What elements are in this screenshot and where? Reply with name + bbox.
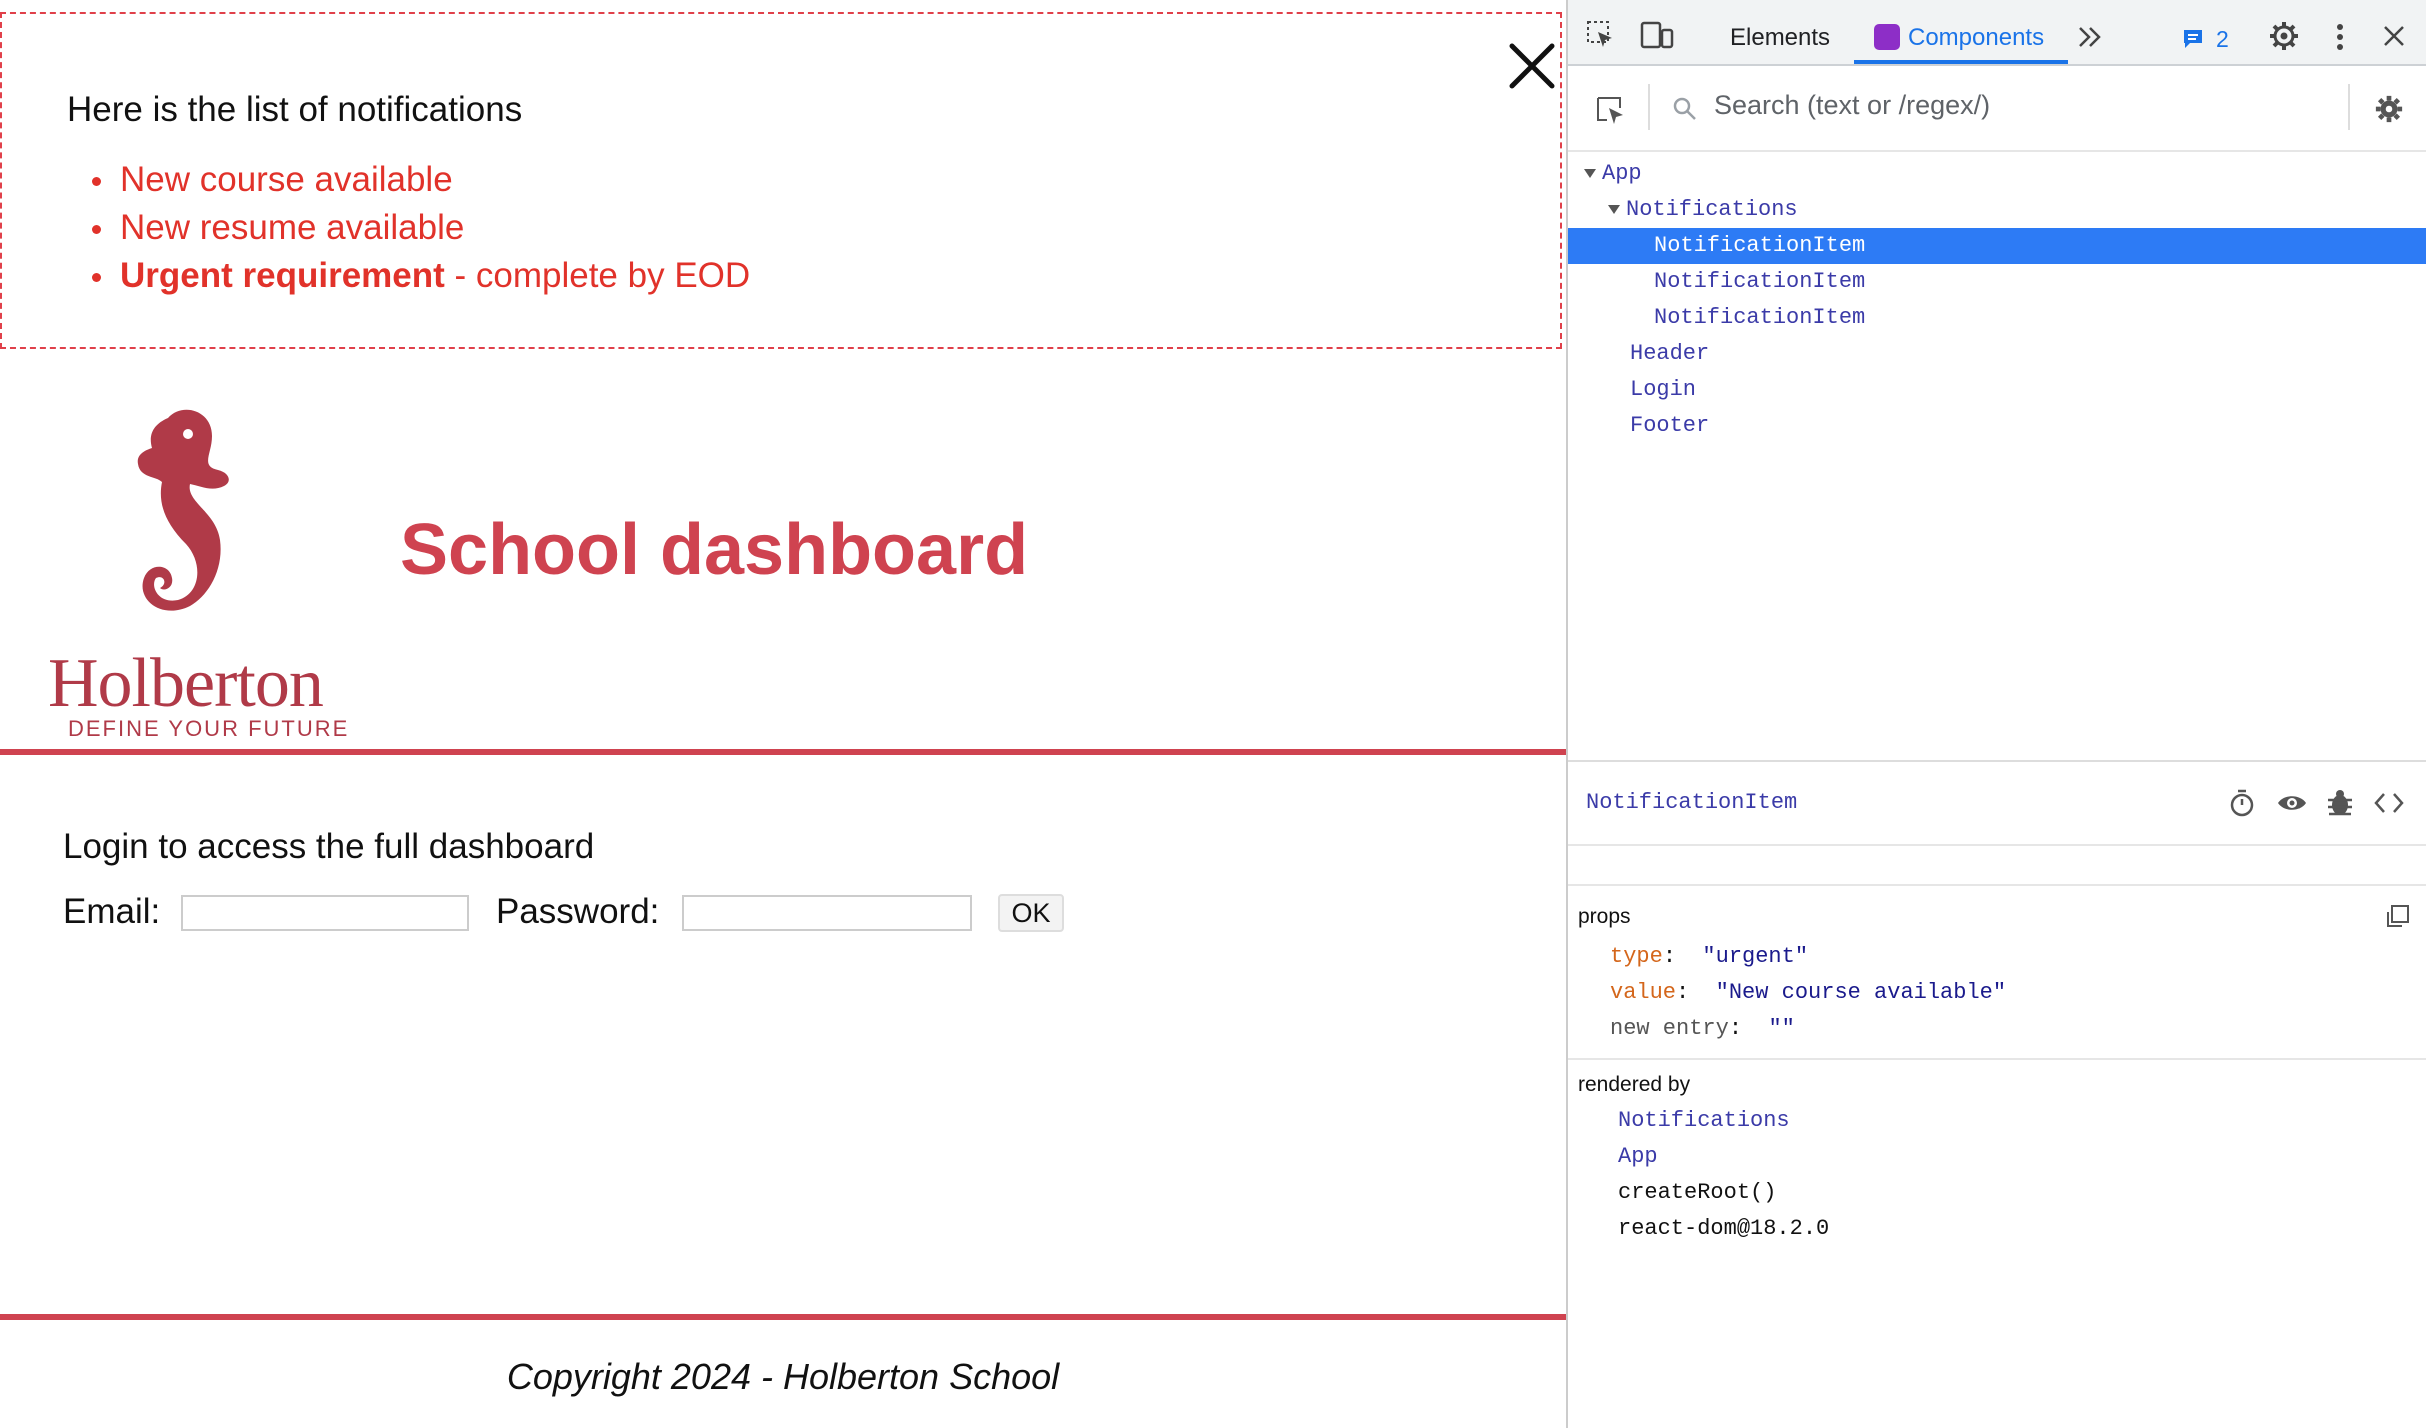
prop-value[interactable]: "urgent": [1702, 944, 1808, 969]
component-search-bar: Search (text or /regex/): [1568, 68, 2426, 152]
section-divider: [1568, 884, 2426, 886]
notification-urgent-label: Urgent requirement: [120, 256, 445, 295]
search-icon: [1673, 97, 1696, 120]
rendered-by-title: rendered by: [1578, 1073, 1691, 1096]
prop-row-value[interactable]: value: "New course available": [1610, 980, 2006, 1005]
logo-tagline: DEFINE YOUR FUTURE: [68, 716, 350, 741]
tree-node-login[interactable]: Login: [1568, 372, 2426, 408]
rendered-by-item: react-dom@18.2.0: [1618, 1216, 1830, 1241]
messages-icon[interactable]: [2182, 28, 2206, 50]
notification-urgent-detail: - complete by EOD: [444, 256, 751, 295]
login-section: Login to access the full dashboard Email…: [0, 755, 1566, 1320]
seahorse-icon: [137, 409, 229, 611]
email-input[interactable]: [181, 895, 469, 931]
prop-value[interactable]: "New course available": [1716, 980, 2006, 1005]
rendered-by-item[interactable]: App: [1618, 1144, 1658, 1169]
tree-node-footer[interactable]: Footer: [1568, 408, 2426, 444]
notification-item-urgent[interactable]: Urgent requirement - complete by EOD: [91, 252, 751, 300]
notifications-title: Here is the list of notifications: [67, 90, 523, 129]
prop-key: new entry: [1610, 1016, 1729, 1041]
tree-node-app[interactable]: App: [1568, 156, 2426, 192]
tree-node-label: Login: [1630, 377, 1697, 402]
rendered-by-item: createRoot(): [1618, 1180, 1777, 1205]
close-icon[interactable]: [1504, 38, 1560, 94]
tab-components[interactable]: Components: [1908, 24, 2044, 52]
page-title: School dashboard: [400, 510, 1029, 590]
tree-node-label: Footer: [1630, 413, 1710, 438]
notifications-list: New course available New resume availabl…: [91, 156, 751, 300]
devtools-toolbar: Elements Components 2: [1568, 0, 2426, 66]
notification-text: New course available: [120, 160, 453, 199]
toolbar-divider: [1648, 84, 1650, 130]
app-viewport: Here is the list of notifications New co…: [0, 0, 1566, 1428]
notification-item[interactable]: New course available: [91, 156, 750, 204]
tree-node-notificationitem[interactable]: NotificationItem: [1568, 264, 2426, 300]
password-input[interactable]: [682, 895, 972, 931]
gear-icon[interactable]: [2268, 20, 2300, 52]
props-section-title: props: [1578, 905, 1631, 928]
notification-item[interactable]: New resume available: [91, 204, 750, 252]
view-source-icon[interactable]: [2374, 790, 2404, 816]
copyright-text: Copyright 2024 - Holberton School: [506, 1356, 1060, 1397]
tree-node-notificationitem[interactable]: NotificationItem: [1568, 300, 2426, 336]
tab-elements[interactable]: Elements: [1730, 24, 1830, 52]
selected-component-header: NotificationItem: [1568, 762, 2426, 846]
tree-node-label: NotificationItem: [1654, 269, 1866, 294]
prop-key: type: [1610, 944, 1663, 969]
tree-node-label: NotificationItem: [1654, 233, 1866, 258]
email-label: Email:: [63, 892, 161, 931]
tree-node-label: Notifications: [1626, 197, 1798, 222]
tree-node-label: Header: [1630, 341, 1710, 366]
kebab-menu-icon[interactable]: [2334, 22, 2346, 52]
rendered-by-item[interactable]: Notifications: [1618, 1108, 1790, 1133]
login-heading: Login to access the full dashboard: [63, 827, 595, 866]
ok-button[interactable]: OK: [998, 894, 1064, 932]
component-search-input[interactable]: Search (text or /regex/): [1714, 90, 1990, 121]
react-icon: [1874, 24, 1900, 50]
selected-component-name: NotificationItem: [1586, 790, 1798, 815]
logo-wordmark: Holberton: [48, 645, 324, 722]
notification-text: New resume available: [120, 208, 465, 247]
expand-caret-icon[interactable]: [1608, 204, 1620, 214]
device-toolbar-icon[interactable]: [1640, 20, 1674, 50]
settings-gear-icon[interactable]: [2374, 94, 2404, 124]
expand-caret-icon[interactable]: [1584, 168, 1596, 178]
toolbar-divider: [2348, 84, 2350, 130]
app-header: Holberton DEFINE YOUR FUTURE School dash…: [0, 349, 1566, 755]
more-tabs-icon[interactable]: [2076, 24, 2104, 50]
eye-icon[interactable]: [2276, 792, 2308, 814]
copy-icon[interactable]: [2384, 904, 2410, 930]
tree-node-label: NotificationItem: [1654, 305, 1866, 330]
messages-count: 2: [2216, 26, 2229, 52]
prop-row-new-entry[interactable]: new entry: "": [1610, 1016, 1795, 1041]
prop-row-type[interactable]: type: "urgent": [1610, 944, 1808, 969]
bug-icon[interactable]: [2326, 788, 2354, 818]
close-devtools-icon[interactable]: [2382, 24, 2406, 48]
section-divider: [1568, 1058, 2426, 1060]
app-footer: Copyright 2024 - Holberton School: [0, 1326, 1566, 1426]
prop-value[interactable]: "": [1768, 1016, 1794, 1041]
holberton-logo: Holberton DEFINE YOUR FUTURE: [40, 374, 370, 741]
active-tab-indicator: [1854, 60, 2068, 64]
select-component-icon[interactable]: [1594, 94, 1626, 126]
tree-node-label: App: [1602, 161, 1642, 186]
password-label: Password:: [496, 892, 660, 931]
devtools-panel: Elements Components 2 Search (text or /r…: [1566, 0, 2426, 1428]
inspect-element-icon[interactable]: [1586, 20, 1616, 50]
tree-node-notifications[interactable]: Notifications: [1568, 192, 2426, 228]
prop-key: value: [1610, 980, 1677, 1005]
notifications-panel: Here is the list of notifications New co…: [0, 12, 1562, 349]
tree-node-header[interactable]: Header: [1568, 336, 2426, 372]
tree-node-notificationitem-selected[interactable]: NotificationItem: [1568, 228, 2426, 264]
stopwatch-icon[interactable]: [2228, 788, 2256, 818]
